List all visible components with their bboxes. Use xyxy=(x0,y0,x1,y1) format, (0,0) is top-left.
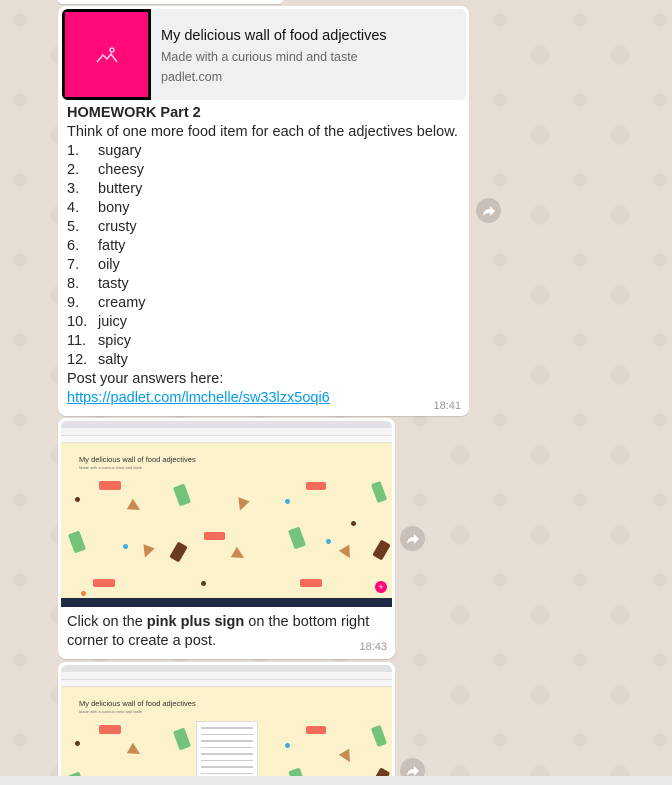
post-prompt: Post your answers here: xyxy=(67,371,224,387)
message-timestamp: 18:43 xyxy=(359,641,387,653)
image-placeholder-icon xyxy=(95,46,118,62)
homework-instruction: Think of one more food item for each of … xyxy=(67,124,458,140)
homework-message-bubble[interactable]: My delicious wall of food adjectives Mad… xyxy=(58,6,469,416)
screenshot-title: My delicious wall of food adjectives xyxy=(79,699,196,708)
previous-message-bubble xyxy=(58,0,283,4)
link-preview-card[interactable]: My delicious wall of food adjectives Mad… xyxy=(62,9,466,100)
list-item: 10. juicy xyxy=(67,314,128,330)
link-preview-title: My delicious wall of food adjectives xyxy=(161,28,387,44)
screenshot-subtitle: Made with a curious mind and taste xyxy=(79,465,142,470)
screenshot-title: My delicious wall of food adjectives xyxy=(79,455,196,464)
screenshot-taskbar xyxy=(61,598,392,607)
list-item: 8. tasty xyxy=(67,276,129,292)
list-item: 11. spicy xyxy=(67,333,132,349)
list-item: 1. sugary xyxy=(67,143,142,159)
adjective-list: 1. sugary 2. cheesy 3. buttery 4. bony 5. cru… xyxy=(67,142,458,370)
list-item: 12. salty xyxy=(67,352,128,368)
padlet-screenshot-image[interactable]: My delicious wall of food adjectives Mad… xyxy=(61,421,392,607)
screenshot-caption: Click on the pink plus sign on the botto… xyxy=(67,614,370,649)
list-item: 9. creamy xyxy=(67,295,146,311)
list-item: 3. buttery xyxy=(67,181,143,197)
list-item: 4. bony xyxy=(67,200,130,216)
forward-button[interactable] xyxy=(476,198,501,223)
padlet-link[interactable]: https://padlet.com/lmchelle/sw33lzx5oqi6 xyxy=(67,390,330,406)
link-preview-description: Made with a curious mind and taste xyxy=(161,50,358,64)
message-timestamp: 18:41 xyxy=(433,400,461,412)
list-item: 2. cheesy xyxy=(67,162,144,178)
screenshot-subtitle: Made with a curious mind and taste xyxy=(79,709,142,714)
screenshot-message-bubble[interactable]: My delicious wall of food adjectives Mad… xyxy=(58,418,395,659)
homework-text: HOMEWORK Part 2 Think of one more food i… xyxy=(67,104,458,408)
homework-title: HOMEWORK Part 2 xyxy=(67,105,201,121)
chat-bottom-bar xyxy=(0,776,672,785)
list-item: 5. crusty xyxy=(67,219,137,235)
forward-icon xyxy=(406,533,419,544)
link-preview-thumbnail xyxy=(62,9,151,100)
forward-button[interactable] xyxy=(400,526,425,551)
list-item: 6. fatty xyxy=(67,238,126,254)
padlet-screenshot-image-2[interactable]: My delicious wall of food adjectives Mad… xyxy=(61,665,392,785)
screenshot-message-bubble-2[interactable]: My delicious wall of food adjectives Mad… xyxy=(58,662,395,785)
forward-icon xyxy=(482,205,495,216)
forward-icon xyxy=(406,765,419,776)
screenshot-pink-plus-icon: + xyxy=(375,581,387,593)
link-preview-domain: padlet.com xyxy=(161,70,223,84)
list-item: 7. oily xyxy=(67,257,120,273)
